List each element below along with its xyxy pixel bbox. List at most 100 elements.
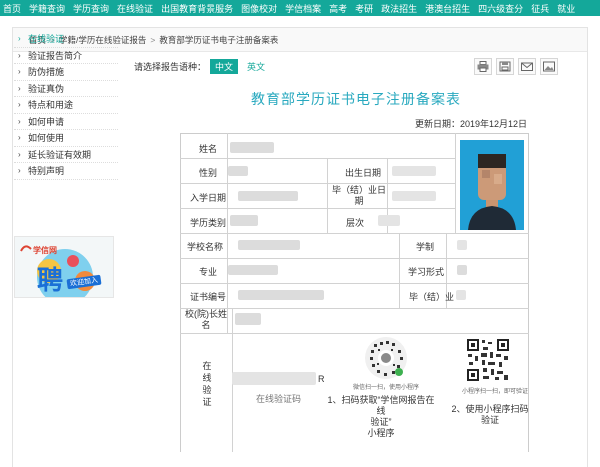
label-online-verify: 在线验证: [201, 360, 213, 408]
print-icon[interactable]: [474, 58, 492, 75]
sidebar-item[interactable]: › 特别声明: [14, 163, 118, 180]
label-birth: 出生日期: [345, 168, 382, 178]
value-birth: [392, 166, 436, 176]
language-zh-button[interactable]: 中文: [210, 59, 239, 74]
label-principal: 校(院)长姓名: [185, 309, 227, 330]
sidebar-item-label: 延长验证有效期: [28, 149, 92, 160]
qr-mini-program: [364, 336, 408, 380]
label-online-char: 线: [202, 373, 212, 383]
label-level: 层次: [346, 218, 365, 228]
value-principal: [235, 313, 261, 325]
report-toolbar: [474, 58, 562, 75]
label-online-char: 证: [202, 397, 212, 407]
banner-logo-text: 学信网: [33, 245, 57, 255]
label-gender: 性别: [199, 168, 218, 178]
verify-code-suffix: R: [318, 374, 325, 384]
value-gender: [228, 166, 248, 176]
breadcrumb-separator: >: [150, 34, 156, 45]
value-major: [228, 265, 278, 275]
chevron-right-icon: ›: [18, 116, 21, 126]
language-prompt: 请选择报告语种：: [134, 62, 207, 72]
sidebar-item[interactable]: › 在线验证: [14, 31, 118, 48]
image-icon[interactable]: [540, 58, 558, 75]
topnav-item[interactable]: 政法招生: [381, 2, 417, 15]
topnav-item[interactable]: 考研: [355, 2, 373, 15]
label-major: 专业: [199, 267, 218, 277]
sidebar-item[interactable]: › 特点和用途: [14, 97, 118, 114]
qr1-caption: 微信扫一扫，使用小程序: [353, 385, 420, 391]
topnav-item[interactable]: 出国教育背景服务: [161, 2, 233, 15]
chevron-right-icon: ›: [18, 100, 21, 110]
value-type: [230, 215, 258, 226]
sidebar-item-label: 在线验证: [28, 34, 65, 45]
topnav-item[interactable]: 在线验证: [117, 2, 153, 15]
chevron-right-icon: ›: [18, 50, 21, 60]
topnav-item[interactable]: 就业: [557, 2, 575, 15]
sidebar-item-label: 特点和用途: [28, 100, 74, 111]
label-grad: 毕（结）业日期: [331, 185, 386, 206]
value-duration: [457, 240, 467, 250]
sidebar-item[interactable]: › 如何申请: [14, 114, 118, 130]
label-online-char: 在: [202, 361, 212, 371]
language-selector: 请选择报告语种： 中文 英文: [134, 59, 270, 74]
table-rule: [180, 233, 529, 234]
chevron-right-icon: ›: [18, 34, 21, 44]
sidebar-item-label: 如何使用: [28, 133, 65, 144]
label-school: 学校名称: [187, 242, 224, 252]
table-rule: [180, 158, 455, 159]
sidebar-item[interactable]: › 延长验证有效期: [14, 147, 118, 163]
topnav-item[interactable]: 学信档案: [285, 2, 321, 15]
sidebar-item-label: 防伪措施: [28, 67, 65, 78]
table-rule: [180, 258, 529, 259]
student-photo: [460, 140, 524, 230]
qr-verify-code: [466, 338, 510, 382]
label-online-char: 验: [202, 385, 212, 395]
value-status: [456, 290, 466, 300]
label-status: 毕（结）业: [409, 292, 455, 302]
value-school: [238, 240, 300, 250]
language-en-button[interactable]: 英文: [242, 59, 270, 74]
topnav-item[interactable]: 四六级查分: [478, 2, 523, 15]
recruit-banner[interactable]: 学信网 聘 欢迎加入: [14, 236, 114, 298]
table-rule: [327, 158, 328, 233]
table-rule: [180, 183, 455, 184]
report-title: 教育部学历证书电子注册备案表: [251, 91, 461, 107]
topnav-item[interactable]: 征兵: [531, 2, 549, 15]
breadcrumb-current: 教育部学历证书电子注册备案表: [159, 34, 279, 45]
label-type: 学历类别: [190, 218, 227, 228]
chevron-right-icon: ›: [18, 83, 21, 93]
label-cert: 证书编号: [190, 292, 227, 302]
sidebar-item[interactable]: › 如何使用: [14, 130, 118, 147]
step2-instruction: 2、使用小程序扫码 验证: [451, 404, 529, 425]
label-name: 姓名: [199, 144, 218, 154]
step1-instruction: 1、扫码获取“学信网报告在线 验证” 小程序: [327, 395, 435, 438]
label-form: 学习形式: [408, 267, 445, 277]
recruit-banner-graphic: 学信网 聘 欢迎加入: [20, 245, 102, 297]
topnav-item[interactable]: 图像校对: [241, 2, 277, 15]
sidebar-item[interactable]: › 验证报告简介: [14, 48, 118, 64]
sidebar-item[interactable]: › 验证真伪: [14, 81, 118, 97]
sidebar-item-label: 验证真伪: [28, 83, 65, 94]
value-cert: [238, 290, 324, 300]
value-form: [457, 265, 467, 275]
qr2-caption: 小程序扫一扫，即可验证: [462, 389, 529, 395]
sidebar-item[interactable]: › 防伪措施: [14, 64, 118, 81]
download-icon[interactable]: [496, 58, 514, 75]
value-grad: [392, 191, 436, 201]
banner-big-text: 聘: [37, 266, 63, 296]
sidebar-item-label: 验证报告简介: [28, 50, 83, 61]
topnav-item[interactable]: 高考: [329, 2, 347, 15]
topnav-item[interactable]: 首页: [3, 2, 21, 15]
topnav-item[interactable]: 港澳台招生: [425, 2, 470, 15]
table-rule: [227, 133, 228, 333]
value-level: [378, 215, 400, 226]
value-name: [230, 142, 274, 153]
table-rule: [180, 283, 529, 284]
mail-icon[interactable]: [518, 58, 536, 75]
chevron-right-icon: ›: [18, 67, 21, 77]
value-verify-code: [232, 372, 316, 385]
topnav-item[interactable]: 学籍查询: [29, 2, 65, 15]
topnav-item[interactable]: 学历查询: [73, 2, 109, 15]
sidebar: › 在线验证 › 验证报告简介 › 防伪措施 › 验证真伪 › 特点和用途 › 如何申请 › 如何使用 › 延…: [14, 31, 118, 180]
chevron-right-icon: ›: [18, 149, 21, 159]
